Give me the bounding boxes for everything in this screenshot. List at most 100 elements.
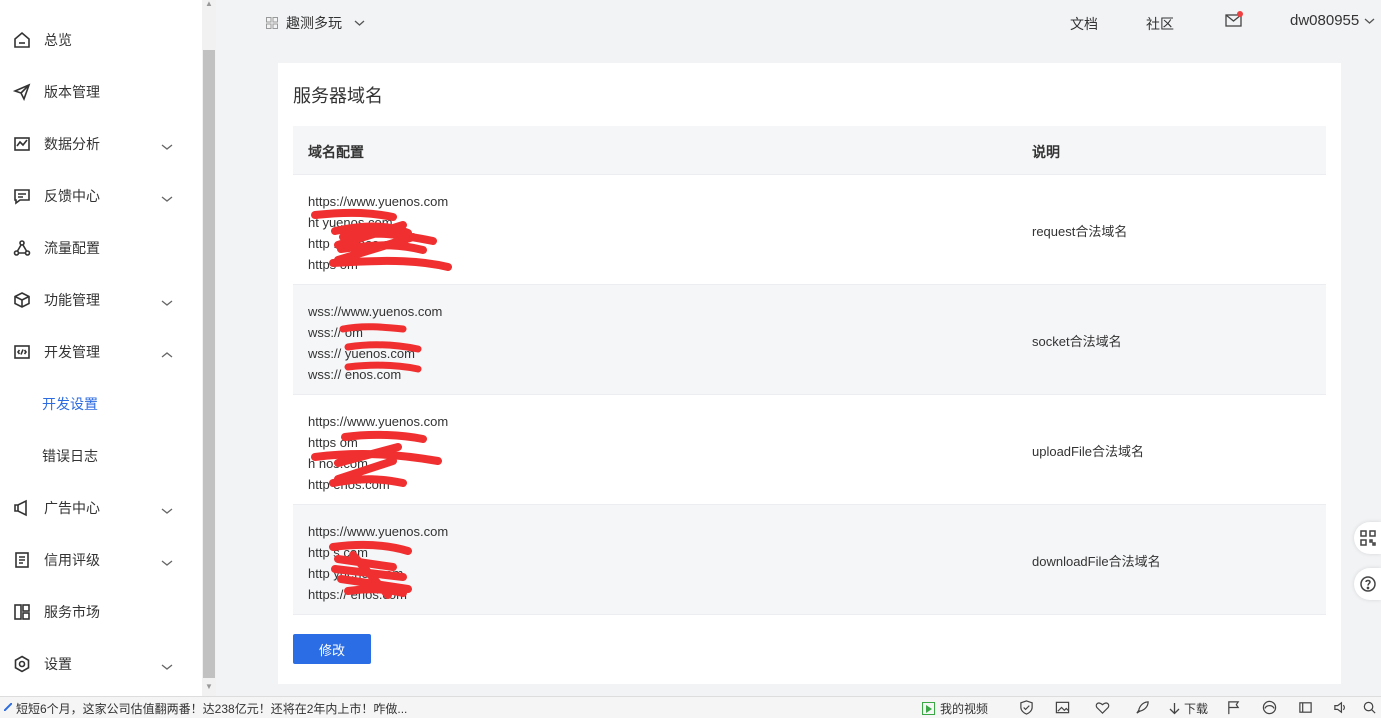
- sidebar-item-label: 流量配置: [44, 240, 100, 256]
- image-icon[interactable]: [1055, 700, 1071, 716]
- sidebar-item-label: 广告中心: [44, 500, 100, 516]
- message-icon: [13, 187, 31, 205]
- sidebar-item-label: 服务市场: [44, 604, 100, 620]
- cube-icon: [13, 291, 31, 309]
- domain-item: h nos.com: [308, 456, 368, 471]
- browser-status-bar: 短短6个月，这家公司估值翻两番！达238亿元！还将在2年内上市！咋做... 我的…: [0, 696, 1381, 718]
- sidebar-item-label: 开发管理: [44, 344, 100, 360]
- domain-description: request合法域名: [1032, 224, 1128, 239]
- code-icon: [13, 343, 31, 361]
- domain-item: https://www.yuenos.com: [308, 414, 449, 429]
- help-icon: [1360, 576, 1376, 592]
- domain-item: http yuenos.com: [308, 566, 404, 581]
- news-icon: [4, 703, 12, 711]
- domain-item: http s.com: [308, 545, 368, 560]
- table-row: https://www.yuenos.com https om h nos.co…: [293, 395, 1326, 505]
- rocket-icon[interactable]: [1135, 700, 1151, 716]
- window-icon[interactable]: [1298, 700, 1314, 716]
- domain-item: https om: [308, 257, 358, 272]
- table-row: https://www.yuenos.com ht yuenos.com htt…: [293, 175, 1326, 285]
- heart-icon[interactable]: [1095, 700, 1111, 716]
- my-video-label: 我的视频: [940, 702, 989, 716]
- sidebar-item-label: 反馈中心: [44, 188, 100, 204]
- sidebar-item-version[interactable]: 版本管理: [0, 66, 202, 118]
- edge-icon[interactable]: [1262, 700, 1278, 716]
- domain-list: https://www.yuenos.com https om h nos.co…: [308, 411, 448, 495]
- sidebar-subitem-label: 错误日志: [42, 448, 98, 464]
- domain-item: wss://www.yuenos.com: [308, 304, 443, 319]
- grid-icon: [266, 17, 278, 29]
- news-ticker[interactable]: 短短6个月，这家公司估值翻两番！达238亿元！还将在2年内上市！咋做...: [16, 700, 407, 717]
- scroll-thumb[interactable]: [203, 50, 215, 678]
- domain-item: ht yuenos.com: [308, 215, 393, 230]
- download-icon: [1169, 703, 1180, 715]
- app-name: 趣测多玩: [286, 15, 342, 31]
- scroll-down-arrow-icon[interactable]: ▼: [205, 683, 213, 691]
- sidebar-item-ads[interactable]: 广告中心: [0, 482, 202, 534]
- sidebar-item-label: 功能管理: [44, 292, 100, 308]
- sidebar-item-traffic[interactable]: 流量配置: [0, 222, 202, 274]
- qrcode-float-button[interactable]: [1354, 522, 1381, 554]
- sidebar-subitem-label: 开发设置: [42, 396, 98, 412]
- domain-item: https://www.yuenos.com: [308, 524, 449, 539]
- community-link[interactable]: 社区: [1146, 14, 1174, 34]
- chevron-down-icon[interactable]: [160, 659, 174, 670]
- megaphone-icon: [13, 499, 31, 517]
- domain-item: wss:// om: [308, 325, 363, 340]
- sidebar-item-label: 版本管理: [44, 84, 100, 100]
- domain-item: https://www.yuenos.com: [308, 194, 449, 209]
- sidebar-item-label: 总览: [44, 32, 72, 48]
- chevron-down-icon: [1364, 18, 1375, 24]
- docs-link[interactable]: 文档: [1070, 14, 1098, 34]
- chevron-down-icon[interactable]: [160, 191, 174, 202]
- my-video-button[interactable]: 我的视频: [922, 700, 988, 717]
- chart-icon: [13, 135, 31, 153]
- sidebar-item-credit[interactable]: 信用评级: [0, 534, 202, 586]
- sidebar-item-analytics[interactable]: 数据分析: [0, 118, 202, 170]
- chevron-down-icon[interactable]: [160, 139, 174, 150]
- volume-icon[interactable]: [1333, 700, 1349, 716]
- sidebar-item-overview[interactable]: 总览: [0, 14, 202, 66]
- scroll-up-arrow-icon[interactable]: ▲: [205, 0, 213, 8]
- sidebar-item-features[interactable]: 功能管理: [0, 274, 202, 326]
- shield-icon[interactable]: [1019, 700, 1035, 716]
- settings-icon: [13, 655, 31, 673]
- domain-list: https://www.yuenos.com http s.com http y…: [308, 521, 448, 605]
- domain-description: downloadFile合法域名: [1032, 554, 1161, 569]
- sidebar-subitem-error-log[interactable]: 错误日志: [0, 430, 202, 482]
- domain-description: uploadFile合法域名: [1032, 444, 1144, 459]
- help-float-button[interactable]: [1354, 568, 1381, 600]
- download-label: 下载: [1184, 702, 1209, 716]
- domain-list: https://www.yuenos.com ht yuenos.com htt…: [308, 191, 448, 275]
- sidebar-item-feedback[interactable]: 反馈中心: [0, 170, 202, 222]
- edit-button[interactable]: 修改: [293, 634, 371, 664]
- share-icon: [13, 239, 31, 257]
- user-menu[interactable]: dw080955: [1290, 12, 1375, 29]
- search-icon[interactable]: [1362, 700, 1378, 716]
- domain-item: http enos.com: [308, 477, 390, 492]
- chevron-down-icon[interactable]: [160, 295, 174, 306]
- notification-dot: [1237, 11, 1243, 17]
- username: dw080955: [1290, 12, 1360, 29]
- home-icon: [13, 31, 31, 49]
- sidebar-subitem-dev-settings[interactable]: 开发设置: [0, 378, 202, 430]
- sidebar: 总览 版本管理 数据分析 反馈中心 流量配置 功能管理 开发管理 开发设置 错误…: [0, 0, 202, 696]
- domain-item: http .yuenos.com: [308, 236, 407, 251]
- sidebar-item-market[interactable]: 服务市场: [0, 586, 202, 638]
- app-switcher[interactable]: 趣测多玩: [266, 13, 365, 33]
- chevron-down-icon[interactable]: [160, 555, 174, 566]
- flag-icon[interactable]: [1226, 700, 1242, 716]
- sidebar-scrollbar[interactable]: ▲ ▼: [202, 0, 216, 696]
- chevron-down-icon: [354, 20, 365, 26]
- domain-item: https:// enos.com: [308, 587, 407, 602]
- domain-item: https om: [308, 435, 358, 450]
- sidebar-item-settings[interactable]: 设置: [0, 638, 202, 690]
- sidebar-item-development[interactable]: 开发管理: [0, 326, 202, 378]
- chevron-up-icon[interactable]: [160, 347, 174, 358]
- table-row: https://www.yuenos.com http s.com http y…: [293, 505, 1326, 615]
- chevron-down-icon[interactable]: [160, 503, 174, 514]
- sidebar-item-label: 设置: [44, 656, 72, 672]
- download-button[interactable]: 下载: [1168, 700, 1208, 717]
- column-header-description: 说明: [1032, 144, 1060, 160]
- sidebar-item-label: 数据分析: [44, 136, 100, 152]
